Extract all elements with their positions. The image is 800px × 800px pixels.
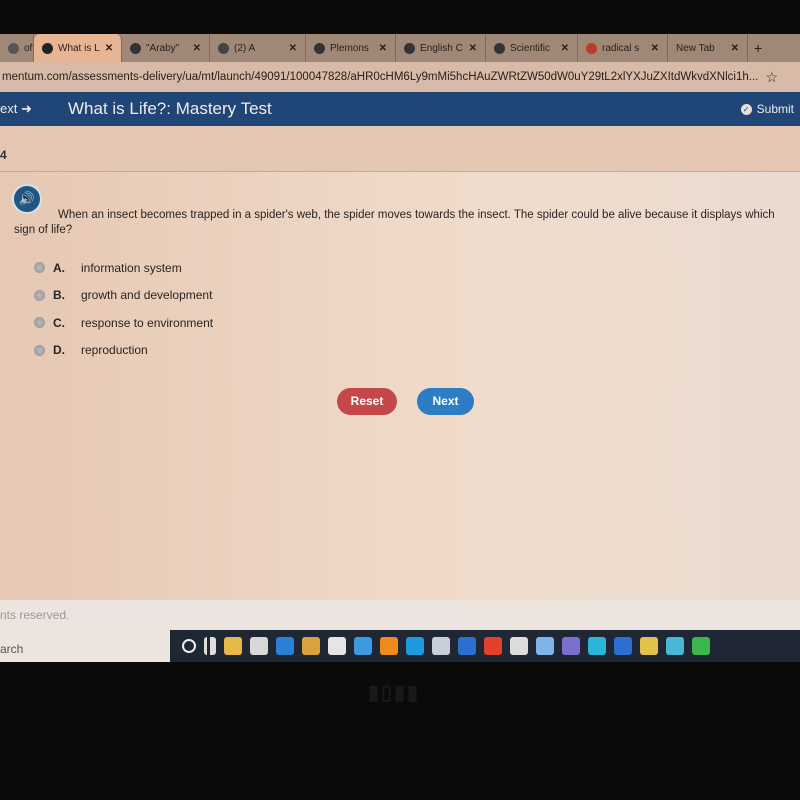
globe-icon[interactable] [588, 637, 606, 655]
w-icon [404, 42, 415, 54]
answer-option[interactable]: C. response to environment [34, 309, 213, 337]
bookmark-star-icon[interactable]: ☆ [765, 69, 778, 86]
task-view-icon[interactable] [204, 637, 216, 655]
close-tab-icon[interactable]: ✕ [289, 43, 297, 54]
radio-button[interactable] [34, 262, 45, 274]
generic-icon [8, 42, 19, 54]
close-tab-icon[interactable]: ✕ [731, 43, 739, 54]
calendar-icon[interactable] [510, 637, 528, 655]
word-icon[interactable] [458, 637, 476, 655]
answer-option[interactable]: A. information system [34, 254, 213, 282]
tab-label: English C [420, 42, 463, 54]
submit-button[interactable]: ✓ Submit [740, 102, 794, 116]
cortana-icon[interactable] [182, 639, 196, 653]
question-number-band [0, 126, 800, 172]
contact-icon [314, 42, 325, 54]
search-box[interactable]: arch [0, 642, 23, 656]
mail-icon[interactable] [354, 637, 372, 655]
browser-tab[interactable]: Scientific ✕ [486, 34, 578, 62]
vlc-icon[interactable] [380, 637, 398, 655]
dell-logo: ▮▯▮▮ [368, 682, 421, 704]
option-text: response to environment [81, 315, 214, 330]
question-page: 4 🔊 When an insect becomes trapped in a … [0, 126, 800, 600]
browser-tab[interactable]: oft✕ [0, 34, 34, 62]
tab-label: Scientific [510, 42, 551, 54]
green-app-icon[interactable] [692, 637, 710, 655]
next-button[interactable]: Next [417, 388, 474, 415]
close-tab-icon[interactable]: ✕ [561, 43, 569, 54]
app-header: ext ➜ What is Life?: Mastery Test ✓ Submi… [0, 92, 800, 126]
new-tab-button[interactable]: + [754, 40, 762, 56]
tab-label: New Tab [676, 42, 715, 54]
file-explorer-icon[interactable] [224, 637, 242, 655]
browser-tab[interactable]: radical s ✕ [578, 34, 668, 62]
tab-label: oft [24, 42, 33, 54]
answer-option[interactable]: B. growth and development [34, 282, 213, 310]
chrome-icon[interactable] [302, 637, 320, 655]
tab-label: "Araby" [146, 42, 180, 54]
teams-icon [218, 42, 229, 54]
radio-button[interactable] [34, 289, 45, 301]
question-text: When an insect becomes trapped in a spid… [14, 209, 775, 236]
browser-tab[interactable]: New Tab ✕ [668, 34, 748, 62]
store-icon[interactable] [250, 637, 268, 655]
reset-button[interactable]: Reset [337, 388, 397, 415]
option-text: growth and development [81, 288, 213, 303]
browser-tab[interactable]: (2) A ✕ [210, 34, 306, 62]
option-letter: A. [53, 260, 65, 275]
taskbar [170, 630, 800, 662]
url-text[interactable]: mentum.com/assessments-delivery/ua/mt/la… [2, 71, 758, 83]
app-icon[interactable] [666, 637, 684, 655]
network-icon[interactable] [536, 637, 554, 655]
edmentum-icon [42, 42, 53, 54]
camera-icon[interactable] [328, 637, 346, 655]
tab-label: (2) A [234, 42, 256, 54]
close-tab-icon[interactable]: ✕ [469, 43, 477, 54]
close-tab-icon[interactable]: ✕ [651, 43, 659, 54]
paint-icon[interactable] [432, 637, 450, 655]
edge-icon[interactable] [276, 637, 294, 655]
radio-button[interactable] [34, 344, 45, 356]
close-tab-icon[interactable]: ✕ [105, 43, 113, 54]
tab-label: What is L [58, 42, 100, 54]
answer-options: A. information system B. growth and develop… [34, 254, 213, 364]
globe-icon [130, 42, 141, 54]
address-bar[interactable]: mentum.com/assessments-delivery/ua/mt/la… [0, 62, 800, 92]
word-doc-icon[interactable] [614, 637, 632, 655]
page-title: What is Life?: Mastery Test [68, 99, 272, 118]
shield-icon[interactable] [640, 637, 658, 655]
browser-tab[interactable]: English C ✕ [396, 34, 486, 62]
close-tab-icon[interactable]: ✕ [193, 43, 201, 54]
tab-label: radical s [602, 42, 640, 54]
radio-button[interactable] [34, 317, 45, 329]
question-number: 4 [0, 148, 7, 162]
office-icon[interactable] [484, 637, 502, 655]
google-icon [586, 42, 597, 54]
copyright-text: nts reserved. [0, 608, 70, 622]
option-letter: D. [53, 343, 65, 358]
browser-tab[interactable]: What is L ✕ [34, 34, 122, 62]
tab-label: Plemons [330, 42, 369, 54]
option-text: information system [81, 260, 182, 275]
next-nav-button[interactable]: ext ➜ [0, 101, 32, 117]
option-letter: B. [53, 288, 65, 303]
teams-icon[interactable] [562, 637, 580, 655]
option-letter: C. [53, 315, 65, 330]
check-icon: ✓ [740, 103, 752, 115]
globe-icon [494, 42, 505, 54]
option-text: reproduction [81, 343, 148, 358]
skype-icon[interactable] [406, 637, 424, 655]
close-tab-icon[interactable]: ✕ [379, 43, 387, 54]
browser-tab[interactable]: Plemons ✕ [306, 34, 396, 62]
tab-strip: oft✕What is L✕"Araby"✕(2) A✕Plemons✕Engl… [0, 34, 800, 62]
browser-tab[interactable]: "Araby" ✕ [122, 34, 210, 62]
answer-option[interactable]: D. reproduction [34, 337, 213, 365]
